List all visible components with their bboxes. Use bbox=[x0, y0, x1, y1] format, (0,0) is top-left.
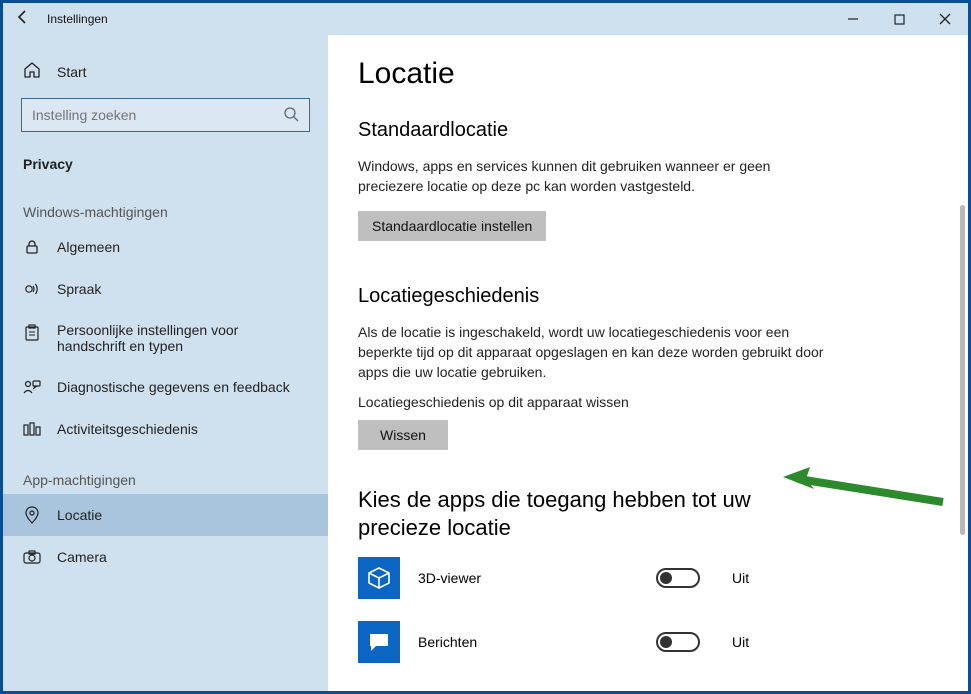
sidebar-item-speech[interactable]: Spraak bbox=[3, 268, 328, 310]
speech-icon bbox=[23, 280, 41, 298]
clipboard-icon bbox=[23, 324, 41, 342]
search-input[interactable] bbox=[32, 107, 299, 123]
app-row-3d-viewer: 3D-viewer Uit bbox=[358, 557, 928, 599]
home-button[interactable]: Start bbox=[3, 51, 328, 92]
toggle-messages[interactable] bbox=[656, 632, 700, 652]
lock-icon bbox=[23, 238, 41, 256]
clear-history-button[interactable]: Wissen bbox=[358, 420, 448, 450]
section-windows-permissions: Windows-machtigingen bbox=[3, 182, 328, 226]
maximize-button[interactable] bbox=[876, 3, 922, 35]
search-box[interactable] bbox=[21, 98, 310, 132]
sidebar-item-label: Algemeen bbox=[57, 239, 120, 255]
toggle-state-label: Uit bbox=[732, 570, 749, 586]
camera-icon bbox=[23, 548, 41, 566]
app-icon-3d-viewer bbox=[358, 557, 400, 599]
chat-icon bbox=[367, 630, 391, 654]
minimize-button[interactable] bbox=[830, 3, 876, 35]
page-title: Locatie bbox=[358, 57, 928, 91]
scrollbar[interactable] bbox=[954, 35, 968, 691]
sidebar-item-label: Spraak bbox=[57, 281, 101, 297]
scrollbar-thumb[interactable] bbox=[960, 205, 965, 535]
app-row-messages: Berichten Uit bbox=[358, 621, 928, 663]
back-button[interactable] bbox=[3, 9, 43, 30]
activity-icon bbox=[23, 420, 41, 438]
section-app-access-heading: Kies de apps die toegang hebben tot uw p… bbox=[358, 486, 828, 541]
set-default-location-button[interactable]: Standaardlocatie instellen bbox=[358, 211, 546, 241]
section-default-location-heading: Standaardlocatie bbox=[358, 119, 928, 142]
sidebar-item-activity-history[interactable]: Activiteitsgeschiedenis bbox=[3, 408, 328, 450]
settings-window: Instellingen Start bbox=[0, 0, 971, 694]
sidebar-item-label: Activiteitsgeschiedenis bbox=[57, 421, 198, 437]
window-title: Instellingen bbox=[43, 12, 108, 26]
minimize-icon bbox=[847, 13, 859, 25]
sidebar-item-label: Persoonlijke instellingen voor handschri… bbox=[57, 322, 307, 354]
sidebar-item-diagnostics[interactable]: Diagnostische gegevens en feedback bbox=[3, 366, 328, 408]
sidebar-item-label: Camera bbox=[57, 549, 107, 565]
titlebar: Instellingen bbox=[3, 3, 968, 35]
section-app-permissions: App-machtigingen bbox=[3, 450, 328, 494]
clear-history-label: Locatiegeschiedenis op dit apparaat wiss… bbox=[358, 394, 928, 410]
app-name: Berichten bbox=[418, 634, 638, 650]
home-label: Start bbox=[57, 64, 87, 80]
home-icon bbox=[23, 61, 41, 82]
category-label: Privacy bbox=[3, 146, 328, 182]
content-area: Locatie Standaardlocatie Windows, apps e… bbox=[328, 35, 968, 691]
maximize-icon bbox=[894, 14, 905, 25]
arrow-left-icon bbox=[15, 9, 31, 25]
close-button[interactable] bbox=[922, 3, 968, 35]
sidebar-item-inking[interactable]: Persoonlijke instellingen voor handschri… bbox=[3, 310, 328, 366]
sidebar-item-general[interactable]: Algemeen bbox=[3, 226, 328, 268]
app-icon-messages bbox=[358, 621, 400, 663]
feedback-icon bbox=[23, 378, 41, 396]
sidebar-item-camera[interactable]: Camera bbox=[3, 536, 328, 578]
app-name: 3D-viewer bbox=[418, 570, 638, 586]
sidebar-item-label: Diagnostische gegevens en feedback bbox=[57, 379, 290, 395]
search-icon bbox=[283, 106, 299, 127]
location-icon bbox=[23, 506, 41, 524]
section-location-history-heading: Locatiegeschiedenis bbox=[358, 285, 928, 308]
toggle-state-label: Uit bbox=[732, 634, 749, 650]
section-location-history-desc: Als de locatie is ingeschakeld, wordt uw… bbox=[358, 322, 828, 383]
cube-icon bbox=[366, 565, 392, 591]
sidebar-item-label: Locatie bbox=[57, 507, 102, 523]
sidebar-item-location[interactable]: Locatie bbox=[3, 494, 328, 536]
sidebar: Start Privacy Windows-machtigingen Algem… bbox=[3, 35, 328, 691]
close-icon bbox=[939, 13, 951, 25]
section-default-location-desc: Windows, apps en services kunnen dit geb… bbox=[358, 156, 828, 197]
toggle-3d-viewer[interactable] bbox=[656, 568, 700, 588]
